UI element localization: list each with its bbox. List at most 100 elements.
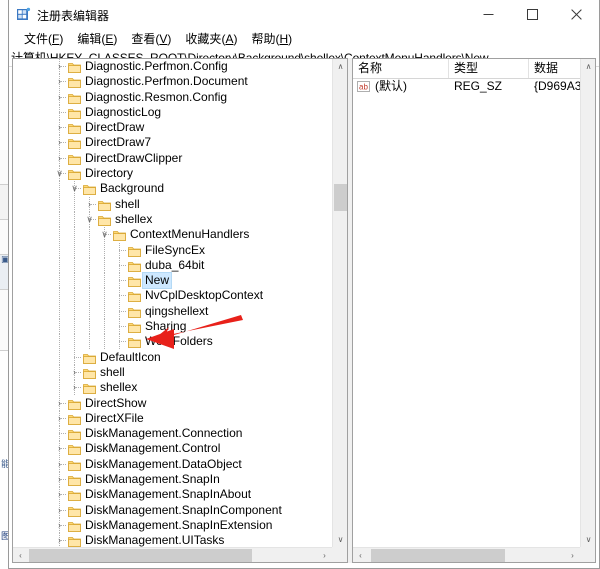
tree-guide-stub: [119, 280, 127, 282]
tree-collapse-toggle-icon[interactable]: ∨: [68, 181, 81, 196]
tree-expand-toggle-icon[interactable]: ›: [83, 197, 96, 212]
tree-item[interactable]: › shell: [13, 196, 332, 212]
tree-item[interactable]: › shell: [13, 364, 332, 381]
tree-expand-toggle-icon[interactable]: ›: [53, 396, 66, 411]
title-bar[interactable]: 注册表编辑器: [9, 0, 599, 30]
values-hscroll-thumb[interactable]: [371, 549, 505, 562]
tree-item[interactable]: › Diagnostic.Resmon.Config: [13, 89, 332, 105]
tree-guide-line: [104, 257, 105, 274]
folder-icon: [128, 261, 141, 272]
tree-collapse-toggle-icon[interactable]: ∨: [98, 227, 111, 242]
menu-item-4[interactable]: 收藏夹(A): [178, 30, 244, 49]
tree-guide-line: [74, 211, 75, 228]
tree-item[interactable]: qingshellext: [13, 303, 332, 320]
tree-collapse-toggle-icon[interactable]: ∨: [83, 212, 96, 227]
tree-expand-toggle-icon[interactable]: ›: [53, 518, 66, 533]
tree-expand-toggle-icon[interactable]: ›: [53, 90, 66, 105]
folder-icon: [68, 445, 81, 456]
tree-hscroll-thumb[interactable]: [29, 549, 252, 562]
tree-vertical-scrollbar[interactable]: ∧ ∨: [332, 59, 347, 547]
values-horizontal-scrollbar[interactable]: ‹ ›: [353, 547, 580, 562]
tree-expand-toggle-icon[interactable]: ›: [53, 120, 66, 135]
tree-item[interactable]: › shellex: [13, 380, 332, 396]
tree-item[interactable]: › DiskManagement.SnapInComponent: [13, 502, 332, 518]
tree-item[interactable]: › DiskManagement.Control: [13, 441, 332, 457]
maximize-button[interactable]: [510, 0, 554, 29]
tree-expand-toggle-icon[interactable]: ›: [53, 151, 66, 166]
tree-expand-toggle-icon[interactable]: ›: [53, 59, 66, 74]
tree-expand-toggle-icon[interactable]: ›: [53, 533, 66, 547]
values-list[interactable]: ab (默认) REG_SZ {D969A300-E: [353, 78, 580, 547]
menu-item-1[interactable]: 文件(F): [17, 30, 70, 49]
tree-guide-stub: [74, 356, 82, 358]
scroll-left-arrow-icon[interactable]: ‹: [13, 548, 28, 562]
tree-item[interactable]: › DiskManagement.SnapIn: [13, 472, 332, 488]
scroll-right-arrow-icon[interactable]: ›: [565, 548, 580, 562]
menu-bar: 文件(F) 编辑(E) 查看(V) 收藏夹(A) 帮助(H): [9, 30, 599, 50]
scroll-up-arrow-icon[interactable]: ∧: [333, 59, 347, 74]
tree-item-label: Diagnostic.Perfmon.Config: [85, 59, 228, 73]
tree-expand-toggle-icon[interactable]: ›: [53, 472, 66, 487]
minimize-button[interactable]: [466, 0, 510, 29]
registry-tree-pane[interactable]: › Diagnostic.Perfmon.Config › Diagnostic.Pe…: [12, 58, 348, 563]
tree-item[interactable]: › DirectDraw7: [13, 135, 332, 151]
tree-item[interactable]: › DiskManagement.UITasks: [13, 533, 332, 547]
tree-expand-toggle-icon[interactable]: ›: [68, 380, 81, 395]
tree-vscroll-thumb[interactable]: [334, 184, 347, 211]
scroll-up-arrow-icon[interactable]: ∧: [581, 59, 595, 74]
tree-item[interactable]: › Diagnostic.Perfmon.Config: [13, 59, 332, 75]
value-row[interactable]: ab (默认) REG_SZ {D969A300-E: [353, 78, 580, 95]
menu-item-2[interactable]: 编辑(E): [70, 30, 124, 49]
tree-expand-toggle-icon[interactable]: ›: [53, 74, 66, 89]
tree-item[interactable]: WorkFolders: [13, 334, 332, 350]
tree-item-selected[interactable]: New: [13, 272, 332, 290]
scroll-down-arrow-icon[interactable]: ∨: [581, 532, 595, 547]
tree-item[interactable]: DiskManagement.Connection: [13, 426, 332, 442]
tree-expand-toggle-icon[interactable]: ›: [68, 365, 81, 380]
tree-expand-toggle-icon[interactable]: ›: [53, 487, 66, 502]
menu-item-mnemonic: (A): [221, 32, 238, 46]
tree-item[interactable]: NvCplDesktopContext: [13, 288, 332, 304]
values-vertical-scrollbar[interactable]: ∧ ∨: [580, 59, 595, 547]
tree-expand-toggle-icon[interactable]: ›: [53, 441, 66, 456]
tree-item[interactable]: › DiskManagement.SnapInAbout: [13, 487, 332, 503]
tree-expand-toggle-icon[interactable]: ›: [53, 503, 66, 518]
tree-horizontal-scrollbar[interactable]: ‹ ›: [13, 547, 332, 562]
tree-item[interactable]: ∨ Background: [13, 181, 332, 197]
menu-item-5[interactable]: 帮助(H): [244, 30, 299, 49]
close-button[interactable]: [554, 0, 598, 29]
tree-collapse-toggle-icon[interactable]: ∨: [53, 166, 66, 181]
column-header-type[interactable]: 类型: [449, 59, 529, 78]
tree-item[interactable]: › Diagnostic.Perfmon.Document: [13, 74, 332, 90]
registry-tree[interactable]: › Diagnostic.Perfmon.Config › Diagnostic.Pe…: [13, 59, 332, 547]
menu-item-3[interactable]: 查看(V): [124, 30, 178, 49]
tree-item[interactable]: › DirectShow: [13, 395, 332, 411]
tree-item[interactable]: ∨ Directory: [13, 166, 332, 182]
registry-values-pane[interactable]: 名称 类型 数据 ab (默认) REG_SZ {D969A300-E ∧ ∨ ‹ ›: [352, 58, 596, 563]
tree-item[interactable]: › DirectXFile: [13, 410, 332, 427]
column-header-name[interactable]: 名称: [353, 59, 449, 78]
close-icon: [570, 9, 582, 20]
folder-icon: [113, 231, 126, 242]
tree-item[interactable]: DefaultIcon: [13, 349, 332, 365]
tree-item[interactable]: ∨ ContextMenuHandlers: [13, 227, 332, 243]
tree-item[interactable]: FileSyncEx: [13, 242, 332, 258]
scroll-right-arrow-icon[interactable]: ›: [317, 548, 332, 562]
tree-item[interactable]: › DirectDrawClipper: [13, 150, 332, 167]
tree-guide-line: [74, 273, 75, 289]
tree-item[interactable]: › DirectDraw: [13, 120, 332, 136]
tree-expand-toggle-icon[interactable]: ›: [53, 457, 66, 472]
tree-item[interactable]: › DiskManagement.DataObject: [13, 456, 332, 473]
tree-item[interactable]: › DiskManagement.SnapInExtension: [13, 517, 332, 534]
tree-item[interactable]: DiagnosticLog: [13, 104, 332, 121]
tree-expand-toggle-icon[interactable]: ›: [53, 411, 66, 426]
scroll-left-arrow-icon[interactable]: ‹: [353, 548, 368, 562]
tree-expand-toggle-icon[interactable]: ›: [53, 135, 66, 150]
tree-guide-line: [89, 334, 90, 350]
tree-item[interactable]: duba_64bit: [13, 257, 332, 274]
tree-item[interactable]: ∨ shellex: [13, 211, 332, 228]
scroll-down-arrow-icon[interactable]: ∨: [333, 532, 347, 547]
tree-item[interactable]: Sharing: [13, 319, 332, 335]
menu-item-mnemonic: (H): [275, 32, 293, 46]
tree-item-label: DiskManagement.SnapInExtension: [85, 517, 273, 532]
